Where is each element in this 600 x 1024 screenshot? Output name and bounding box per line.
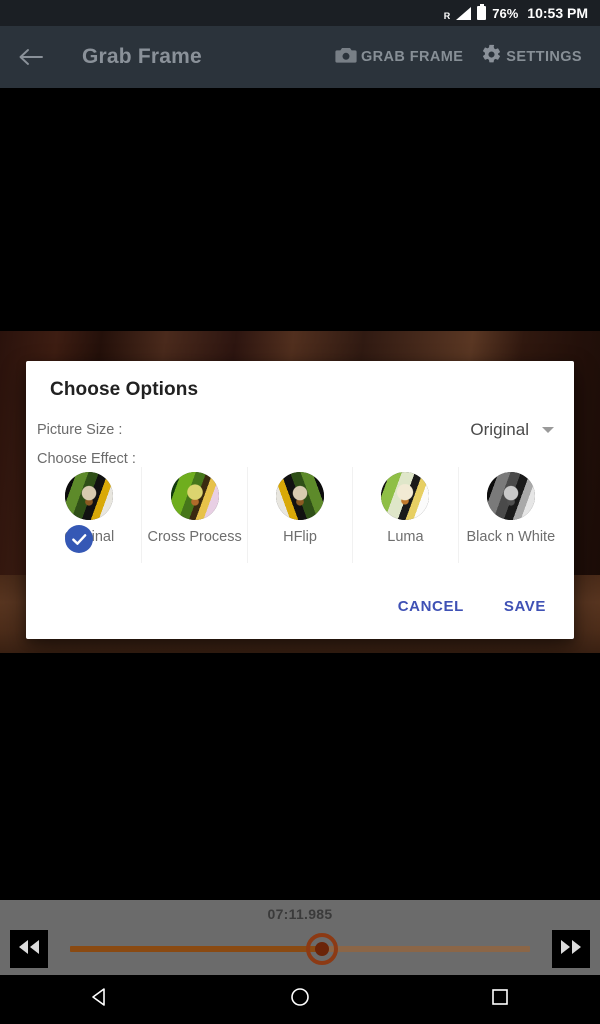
status-bar: R 76% 10:53 PM [0, 0, 600, 26]
effect-thumbnail [65, 472, 114, 520]
effect-thumbnail [486, 472, 535, 520]
signal-icon [456, 6, 472, 20]
playback-timestamp: 07:11.985 [267, 906, 333, 922]
effect-item-luma[interactable]: Luma [353, 467, 459, 563]
effect-item-cross-process[interactable]: Cross Process [142, 467, 248, 563]
dialog-actions: CANCEL SAVE [384, 588, 560, 625]
rewind-button[interactable] [10, 930, 48, 968]
nav-recents-icon [490, 987, 510, 1012]
back-arrow-icon [18, 47, 44, 67]
status-clock: 10:53 PM [527, 5, 588, 21]
nav-back-icon [89, 986, 111, 1013]
nav-back-button[interactable] [55, 975, 145, 1024]
nav-recents-button[interactable] [455, 975, 545, 1024]
seek-thumb[interactable] [306, 933, 338, 965]
fast-forward-icon [559, 939, 583, 960]
effect-thumbnail [170, 472, 219, 520]
choose-effect-label: Choose Effect : [37, 451, 136, 467]
android-nav-bar [0, 975, 600, 1024]
nav-home-icon [289, 986, 311, 1013]
effect-label: Luma [387, 529, 424, 545]
settings-label: SETTINGS [506, 49, 582, 65]
video-letterbox-top [0, 88, 600, 331]
gear-icon [481, 44, 502, 70]
effect-item-hflip[interactable]: HFlip [248, 467, 354, 563]
check-circle-icon [65, 525, 94, 553]
choose-options-dialog: Choose Options Picture Size : Original C… [26, 361, 574, 639]
effect-item-original[interactable]: Original [37, 467, 143, 563]
save-button[interactable]: SAVE [490, 588, 560, 625]
picture-size-row: Picture Size : Original [37, 414, 558, 446]
video-letterbox-bottom [0, 653, 600, 900]
player-controls: 07:11.985 [0, 900, 600, 975]
effect-list: Original Cross Process HFlip Luma [37, 467, 563, 563]
app-bar: Grab Frame GRAB FRAME SETTINGS [0, 26, 600, 88]
seek-progress [70, 946, 322, 952]
back-button[interactable] [0, 26, 62, 88]
nav-home-button[interactable] [255, 975, 345, 1024]
effect-label: Black n White [466, 529, 556, 545]
picture-size-label: Picture Size : [37, 422, 123, 438]
fast-forward-button[interactable] [552, 930, 590, 968]
roaming-indicator: R [443, 10, 451, 21]
seek-bar[interactable] [60, 930, 540, 968]
dialog-title: Choose Options [50, 379, 199, 400]
chevron-down-icon [542, 427, 554, 433]
picture-size-spinner[interactable]: Original [470, 420, 558, 440]
settings-button[interactable]: SETTINGS [481, 44, 582, 70]
rewind-icon [17, 939, 41, 960]
effect-item-black-n-white[interactable]: Black n White [459, 467, 563, 563]
grab-frame-label: GRAB FRAME [361, 49, 464, 65]
battery-icon [477, 3, 487, 20]
page-title: Grab Frame [82, 45, 202, 68]
effect-thumbnail [381, 472, 430, 520]
picture-size-value: Original [470, 420, 529, 439]
effect-label: HFlip [283, 529, 317, 545]
phone-screen: R 76% 10:53 PM Grab Frame GRAB FRAME SET… [0, 0, 600, 1024]
camera-icon [335, 46, 357, 69]
effect-label: Cross Process [147, 529, 242, 545]
grab-frame-button[interactable]: GRAB FRAME [335, 46, 463, 69]
battery-percent: 76% [492, 5, 519, 21]
effect-thumbnail [276, 472, 325, 520]
app-bar-actions: GRAB FRAME SETTINGS [335, 44, 600, 70]
cancel-button[interactable]: CANCEL [384, 588, 478, 625]
